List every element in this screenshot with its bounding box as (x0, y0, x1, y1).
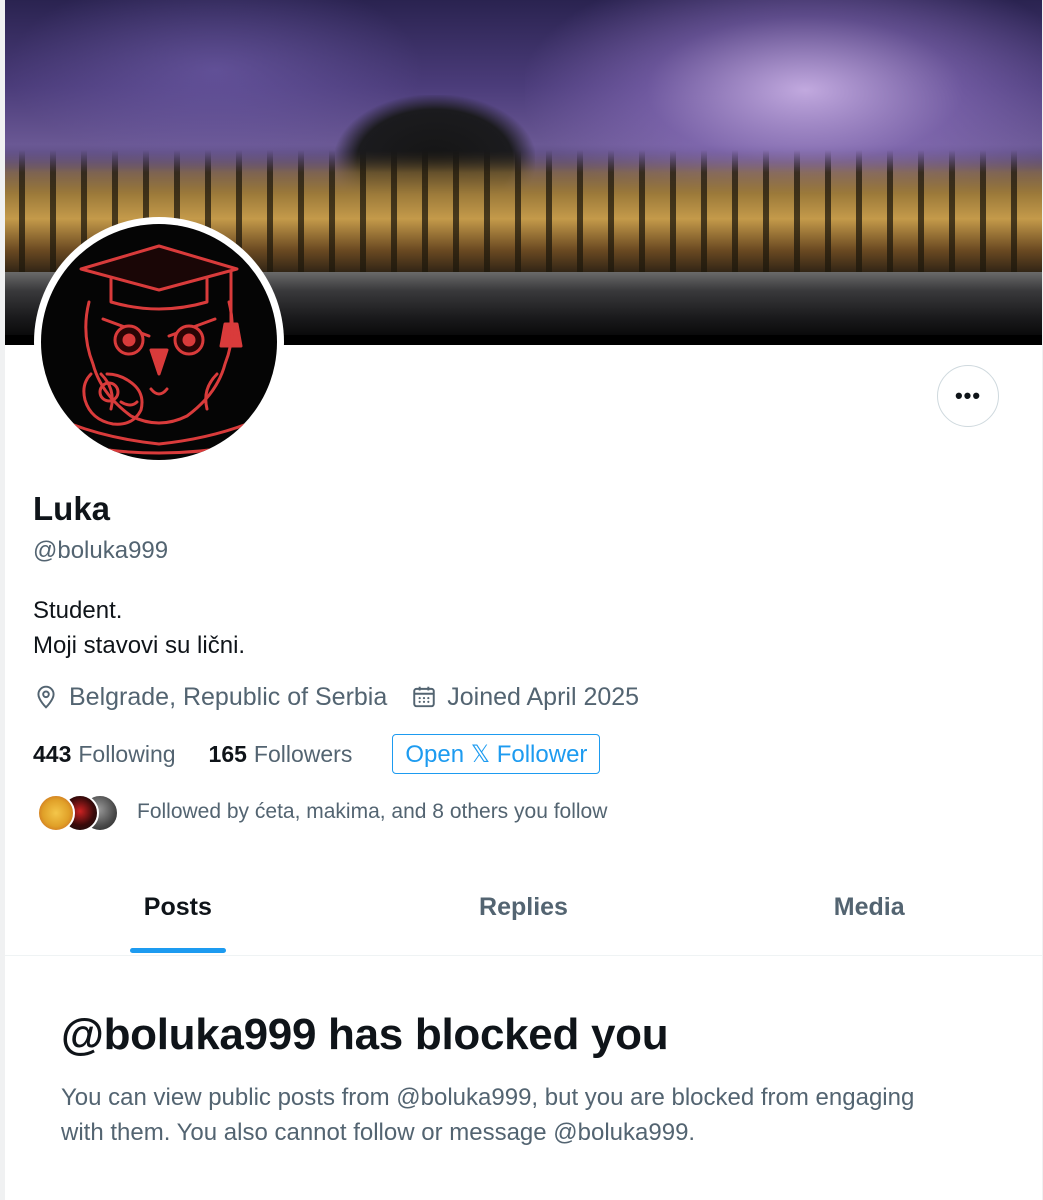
following-link[interactable]: 443 Following (33, 741, 176, 768)
mutual-avatars (33, 792, 133, 832)
tab-posts[interactable]: Posts (5, 862, 351, 955)
following-label: Following (78, 740, 176, 767)
active-tab-indicator (129, 948, 226, 953)
profile-meta: Belgrade, Republic of Serbia Joined Apri… (33, 680, 663, 714)
location-pin-icon (37, 685, 55, 709)
profile-avatar[interactable] (34, 217, 284, 467)
followers-count: 165 (208, 740, 247, 767)
followers-label: Followers (253, 740, 353, 767)
profile-tabs: Posts Replies Media (5, 862, 1042, 956)
follow-counts: 443 Following 165 Followers Open 𝕏 Follo… (33, 734, 601, 774)
tab-replies[interactable]: Replies (351, 862, 697, 955)
bio-line: Moji stavovi su lični. (33, 632, 246, 659)
mutual-avatar (37, 794, 75, 832)
more-options-button[interactable]: ••• (937, 365, 999, 427)
location-item: Belgrade, Republic of Serbia (33, 683, 387, 712)
tab-label: Replies (479, 893, 568, 921)
calendar-icon (413, 686, 435, 708)
followed-by-row[interactable]: Followed by ćeta, makima, and 8 others y… (33, 792, 607, 832)
tab-label: Posts (143, 893, 212, 921)
open-x-follower-button[interactable]: Open 𝕏 Follower (392, 734, 601, 774)
display-name: Luka (33, 490, 111, 527)
more-dots-icon: ••• (954, 383, 982, 408)
user-handle: @boluka999 (33, 537, 169, 564)
profile-bio: Student. Moji stavovi su lični. (33, 593, 245, 663)
followed-by-text: Followed by ćeta, makima, and 8 others y… (137, 800, 608, 823)
blocked-description: You can view public posts from @boluka99… (61, 1084, 915, 1146)
tab-media[interactable]: Media (696, 862, 1042, 955)
joined-text: Joined April 2025 (447, 682, 640, 711)
owl-icon (69, 244, 249, 455)
bio-line: Student. (33, 597, 123, 624)
followers-link[interactable]: 165 Followers (209, 741, 353, 768)
owl-avatar-image (41, 224, 277, 460)
blocked-title: @boluka999 has blocked you (61, 1010, 669, 1059)
tab-label: Media (833, 893, 905, 921)
profile-page: ••• Luka @boluka999 Student. Moji stavov… (5, 0, 1042, 1200)
joined-item: Joined April 2025 (411, 683, 639, 712)
location-text: Belgrade, Republic of Serbia (69, 682, 388, 711)
following-count: 443 (33, 740, 72, 767)
